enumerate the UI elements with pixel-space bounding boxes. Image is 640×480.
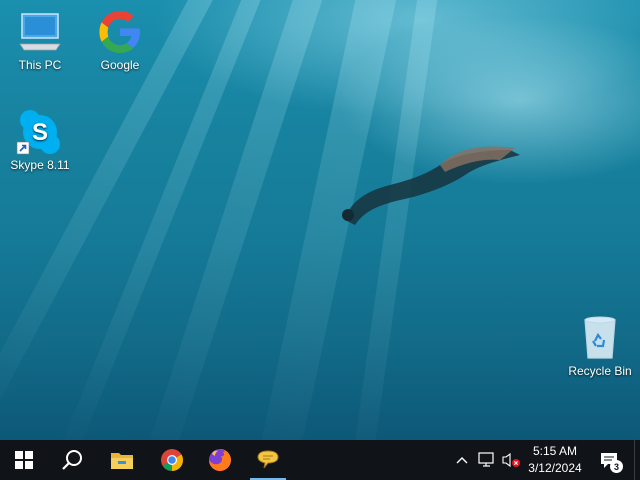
- desktop-icon-label: This PC: [18, 58, 62, 72]
- svg-text:S: S: [32, 119, 48, 146]
- desktop-icon-label: Recycle Bin: [568, 364, 632, 378]
- show-desktop-button[interactable]: [634, 440, 640, 480]
- desktop-icon-this-pc[interactable]: This PC: [0, 8, 80, 72]
- google-icon: [96, 8, 144, 56]
- desktop-icon-label: Skype 8.11: [10, 158, 70, 172]
- this-pc-icon: [16, 8, 64, 56]
- start-button[interactable]: [0, 440, 48, 480]
- network-button[interactable]: [476, 440, 498, 480]
- taskbar-chrome[interactable]: [148, 440, 196, 480]
- diver-silhouette: [342, 146, 520, 225]
- network-icon: [478, 452, 494, 467]
- clock-date: 3/12/2024: [528, 461, 582, 475]
- volume-muted-icon: [502, 452, 520, 468]
- volume-button[interactable]: [500, 440, 522, 480]
- chevron-up-icon: [456, 457, 468, 464]
- firefox-icon: [209, 449, 231, 471]
- desktop-icon-google[interactable]: Google: [80, 8, 160, 72]
- windows-start-icon: [15, 451, 33, 469]
- chat-app-icon: [257, 450, 279, 469]
- taskbar-clock[interactable]: 5:15 AM 3/12/2024: [520, 440, 590, 480]
- search-button[interactable]: [48, 440, 96, 480]
- desktop-icon-label: Google: [100, 58, 140, 72]
- taskbar: 5:15 AM 3/12/2024: [0, 440, 640, 480]
- chrome-icon: [161, 449, 183, 471]
- taskbar-firefox[interactable]: [196, 440, 244, 480]
- taskbar-file-explorer[interactable]: [98, 440, 146, 480]
- desktop-icon-skype[interactable]: S Skype 8.11: [0, 108, 80, 172]
- desktop-icon-recycle-bin[interactable]: Recycle Bin: [560, 314, 640, 378]
- clock-time: 5:15 AM: [532, 444, 578, 458]
- skype-icon: S: [16, 108, 64, 156]
- desktop-background: This PC Google S Skype 8.11 Recycle Bin: [0, 0, 640, 440]
- show-hidden-icons-button[interactable]: [452, 440, 472, 480]
- file-explorer-icon: [111, 453, 133, 469]
- recycle-bin-icon: [576, 314, 624, 362]
- notification-count-badge: 3: [610, 460, 623, 473]
- taskbar-chat-app[interactable]: [244, 440, 292, 480]
- search-icon: [62, 450, 82, 470]
